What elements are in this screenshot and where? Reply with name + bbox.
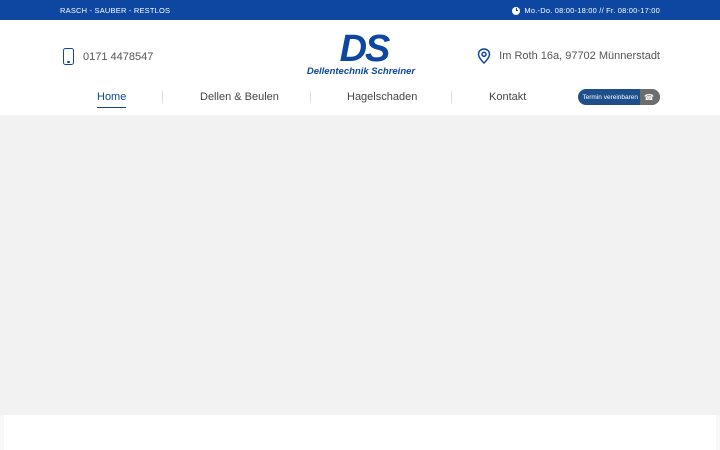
opening-hours: Mo.-Do. 08:00-18:00 // Fr. 08:00-17:00 bbox=[512, 6, 660, 15]
appointment-button[interactable]: Termin vereinbaren ☎ bbox=[578, 89, 660, 105]
site-logo[interactable]: DS Dellentechnik Schreiner bbox=[294, 28, 428, 80]
content-card bbox=[4, 415, 716, 450]
appointment-button-label: Termin vereinbaren bbox=[582, 93, 639, 101]
phone-number[interactable]: 0171 4478547 bbox=[83, 51, 153, 63]
tagline: RASCH - SAUBER - RESTLOS bbox=[60, 6, 171, 15]
logo-text: Dellentechnik Schreiner bbox=[306, 66, 416, 77]
nav-kontakt[interactable]: Kontakt bbox=[489, 91, 526, 103]
site-header: 0171 4478547 DS Dellentechnik Schreiner … bbox=[0, 20, 720, 115]
map-pin-icon bbox=[477, 48, 491, 64]
nav-dellen-beulen[interactable]: Dellen & Beulen bbox=[200, 91, 279, 103]
nav-hagelschaden[interactable]: Hagelschaden bbox=[347, 91, 417, 103]
top-bar: RASCH - SAUBER - RESTLOS Mo.-Do. 08:00-1… bbox=[0, 0, 720, 20]
address-contact[interactable]: Im Roth 16a, 97702 Münnerstadt bbox=[477, 48, 660, 64]
phone-icon: ☎ bbox=[644, 92, 654, 102]
address-text[interactable]: Im Roth 16a, 97702 Münnerstadt bbox=[499, 50, 660, 62]
hero-area bbox=[0, 115, 720, 415]
smartphone-icon bbox=[63, 48, 74, 65]
nav-divider bbox=[310, 91, 311, 103]
nav-home[interactable]: Home bbox=[97, 91, 127, 108]
phone-contact[interactable]: 0171 4478547 bbox=[63, 48, 153, 65]
nav-divider bbox=[162, 91, 163, 103]
logo-mark: DS bbox=[339, 28, 391, 70]
clock-icon bbox=[512, 6, 521, 15]
nav-divider bbox=[451, 91, 452, 103]
opening-hours-text: Mo.-Do. 08:00-18:00 // Fr. 08:00-17:00 bbox=[524, 6, 660, 15]
